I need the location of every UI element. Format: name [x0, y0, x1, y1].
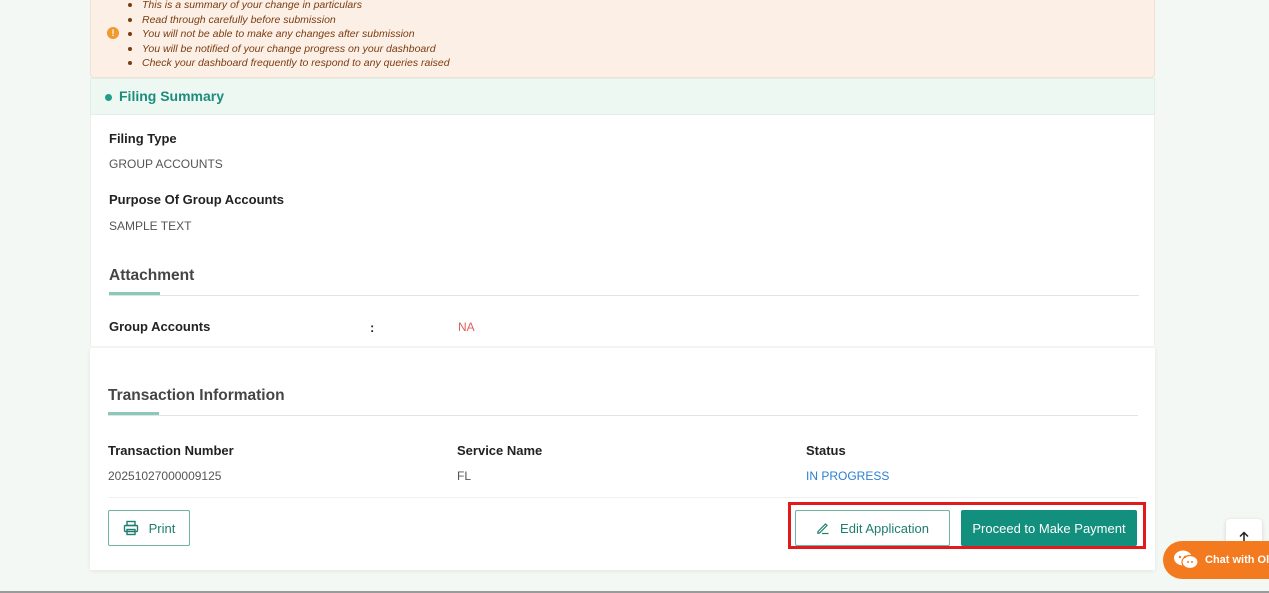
service-name-value: FL: [457, 469, 472, 483]
transaction-number-label: Transaction Number: [108, 443, 234, 458]
chat-bubble-icon: [1174, 550, 1199, 570]
transaction-number-value: 20251027000009125: [108, 469, 222, 483]
filing-summary-title: Filing Summary: [119, 88, 225, 104]
notice-item: You will not be able to make any changes…: [128, 27, 450, 42]
chat-widget-label: Chat with Olivia: [1205, 554, 1269, 566]
purpose-label: Purpose Of Group Accounts: [109, 192, 285, 207]
bullet-dot-icon: [105, 94, 112, 101]
notice-item: Check your dashboard frequently to respo…: [128, 57, 450, 70]
attachment-item-value: NA: [458, 320, 475, 334]
divider: [108, 415, 1138, 416]
notice-item: This is a summary of your change in part…: [128, 0, 450, 13]
divider: [108, 497, 1138, 498]
section-accent: [109, 292, 160, 295]
filing-type-value: GROUP ACCOUNTS: [109, 157, 223, 171]
section-accent: [108, 412, 159, 415]
printer-icon: [123, 520, 139, 536]
status-label: Status: [806, 443, 846, 458]
print-button[interactable]: Print: [108, 510, 190, 546]
divider: [109, 295, 1139, 296]
notice-item: Read through carefully before submission: [128, 13, 450, 28]
highlight-box: [788, 502, 1146, 549]
warning-icon: !: [107, 27, 119, 39]
attachment-item-label: Group Accounts: [109, 319, 211, 334]
chat-widget-button[interactable]: Chat with Olivia: [1163, 541, 1269, 579]
filing-summary-card: Filing Type GROUP ACCOUNTS Purpose Of Gr…: [90, 115, 1155, 346]
notice-box: ! This is a summary of your change in pa…: [90, 0, 1155, 78]
service-name-label: Service Name: [457, 443, 543, 458]
filing-type-label: Filing Type: [109, 131, 177, 146]
purpose-value: SAMPLE TEXT: [109, 219, 192, 233]
notice-list: This is a summary of your change in part…: [128, 0, 450, 71]
notice-item: You will be notified of your change prog…: [128, 42, 450, 57]
filing-summary-header: Filing Summary: [90, 78, 1155, 115]
status-value: IN PROGRESS: [806, 469, 890, 483]
transaction-title: Transaction Information: [108, 387, 285, 404]
attachment-title: Attachment: [109, 267, 195, 284]
attachment-separator: :: [370, 320, 375, 335]
print-label: Print: [148, 520, 176, 536]
